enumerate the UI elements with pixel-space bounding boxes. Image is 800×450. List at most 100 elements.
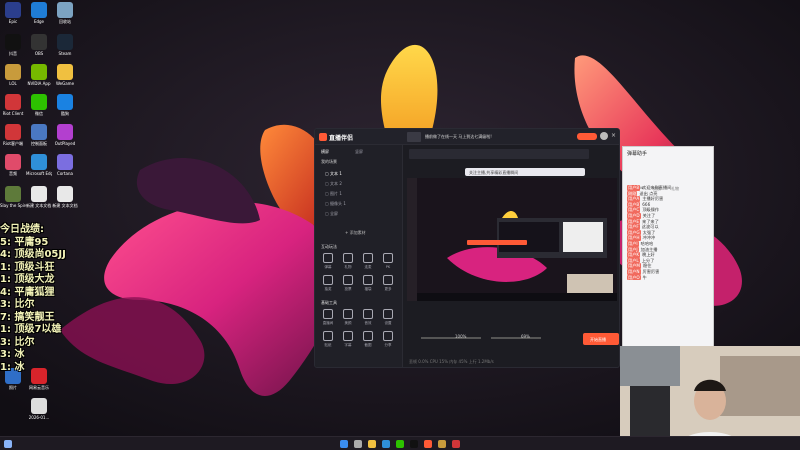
interact-label: 更多	[384, 287, 392, 291]
chat-message-list: 用户8 欢迎来到直播间 刚刚 送出 点亮 用户A 主播好厉害 用户B 666 用户C 顶级操作 用户…	[623, 185, 715, 353]
scene-item[interactable]: ▢ 文本 2	[325, 179, 397, 189]
chat-username[interactable]: 用户F	[627, 224, 640, 230]
app-icon	[31, 94, 47, 110]
stream-score-overlay: 今日战绩: 5: 平庸95 4: 顶级尚05JJ 1: 顶级斗狂 1: 顶级大龙 4: …	[0, 224, 80, 374]
desktop-icon[interactable]: 微信	[26, 94, 52, 116]
interact-button[interactable]: 礼物	[339, 253, 357, 270]
interact-button[interactable]: 投票	[339, 275, 357, 292]
start-live-button[interactable]: 开始直播	[583, 333, 619, 345]
scene-item[interactable]: ▢ 摄像头 1	[325, 199, 397, 209]
interact-button[interactable]: 抽奖	[319, 275, 337, 292]
webcam-scene	[620, 346, 800, 450]
tool-label: 贴纸	[324, 343, 332, 347]
scene-item[interactable]: ▢ 文本 1	[325, 169, 397, 179]
mic-volume-slider[interactable]	[421, 337, 481, 339]
chat-username[interactable]: 用户8	[627, 185, 641, 191]
speaker-volume-slider[interactable]	[491, 337, 541, 339]
desktop-icon-label: 网易云音乐	[29, 385, 49, 390]
interact-button[interactable]: 弹幕	[319, 253, 337, 270]
start-menu-icon[interactable]	[340, 440, 348, 448]
lol-icon[interactable]	[438, 440, 446, 448]
notice-thumbnail	[407, 132, 421, 142]
desktop-icon[interactable]: Slay the Spire 2	[0, 186, 26, 208]
overlay-score-line: 4: 平庸狐狸	[0, 286, 55, 298]
chat-text: 关注了	[642, 212, 656, 218]
tab-landscape[interactable]: 横屏	[321, 149, 329, 155]
live-companion-window[interactable]: 直播伴侣 播前做了在线一天 马上到达七满级啦! × 横屏 竖屏 我的场景 ▢ 文…	[314, 128, 620, 368]
desktop-icon[interactable]: 酷狗	[52, 94, 78, 116]
interact-icon	[363, 253, 373, 263]
tool-button[interactable]: 音效	[359, 309, 377, 326]
tool-button[interactable]: 分享	[379, 331, 397, 348]
desktop-icon[interactable]: 抖音	[0, 34, 26, 56]
interact-button[interactable]: 福袋	[359, 275, 377, 292]
desktop-icon-label: 控制面板	[31, 141, 47, 146]
desktop-icon[interactable]: 2026-01...	[26, 398, 52, 420]
app-icon	[57, 154, 73, 170]
chat-username[interactable]: 用户N	[627, 268, 641, 275]
app-logo-text: 直播伴侣	[329, 135, 354, 142]
interact-label: 礼物	[344, 265, 352, 269]
riot-icon[interactable]	[452, 440, 460, 448]
stream-preview[interactable]	[407, 178, 617, 301]
tool-button[interactable]: 美颜	[339, 309, 357, 326]
start-live-label: 开始直播	[590, 337, 606, 342]
close-icon[interactable]: ×	[611, 132, 616, 139]
chat-username[interactable]: 用户D	[627, 212, 641, 219]
live-companion-taskbar-icon[interactable]	[424, 440, 432, 448]
add-source-button[interactable]: + 添加素材	[345, 230, 366, 236]
desktop-icon[interactable]: Riot Client	[0, 94, 26, 116]
interact-icon	[383, 275, 393, 285]
edge-icon[interactable]	[382, 440, 390, 448]
chat-text: 晚上好	[642, 252, 655, 258]
desktop-icon[interactable]: 回收站	[52, 2, 78, 24]
app-icon	[57, 124, 73, 140]
overlay-title: 今日战绩:	[0, 224, 44, 235]
chat-username[interactable]: 用户I	[627, 240, 639, 247]
chat-text: 欢迎来到直播间	[642, 185, 672, 190]
desktop-icon[interactable]: NVIDIA App	[26, 64, 52, 86]
tool-button[interactable]: 字幕	[339, 331, 357, 348]
chat-username[interactable]: 用户A	[627, 196, 641, 202]
desktop-icon[interactable]: LOL	[0, 64, 26, 86]
widgets-icon[interactable]	[4, 440, 12, 448]
desktop-icon-label: OutPlayed	[54, 141, 76, 146]
interact-button[interactable]: 更多	[379, 275, 397, 292]
desktop-icon[interactable]: Cortana	[52, 154, 78, 176]
desktop-icon[interactable]: Epic	[0, 2, 26, 24]
interact-button[interactable]: PK	[379, 253, 397, 269]
desktop-icon[interactable]: Riot客户端	[0, 124, 26, 146]
desktop-icon[interactable]: 音频	[0, 154, 26, 176]
scene-item[interactable]: ▢ 图片 1	[325, 189, 397, 199]
tool-button[interactable]: 直播间	[319, 309, 337, 326]
overlay-score-line: 3: 比尔	[0, 336, 35, 348]
douyin-icon[interactable]	[410, 440, 418, 448]
file-explorer-icon[interactable]	[368, 440, 376, 448]
search-icon[interactable]	[354, 440, 362, 448]
desktop-icon[interactable]: Microsoft Edge	[26, 154, 52, 176]
tool-button[interactable]: 设置	[379, 309, 397, 326]
chat-username[interactable]: 用户K	[627, 252, 641, 258]
close-tip-text: 关注主播,共享精彩直播瞬间	[469, 170, 519, 175]
desktop-icon[interactable]: 新建 文本文档 (2)	[26, 186, 52, 208]
tool-button[interactable]: 贴纸	[319, 331, 337, 348]
tool-button[interactable]: 截图	[359, 331, 377, 348]
app-titlebar[interactable]: 直播伴侣 播前做了在线一天 马上到达七满级啦! ×	[315, 129, 619, 145]
recharge-button[interactable]	[577, 133, 597, 140]
desktop-icon-label: NVIDIA App	[27, 81, 51, 86]
chat-username[interactable]: 用户O	[627, 274, 641, 281]
desktop-icon[interactable]: 新建 文本文档	[52, 186, 78, 208]
desktop-icon[interactable]: 控制面板	[26, 124, 52, 146]
interact-button[interactable]: 连麦	[359, 253, 377, 270]
danmaku-assistant-window[interactable]: 弹幕助手 在线用户热榜礼物 用户8欢迎来到直播间刚刚送出 点亮用户A主播好厉害用…	[622, 146, 714, 368]
app-icon	[5, 94, 21, 110]
desktop-icon[interactable]: WeGame	[52, 64, 78, 86]
desktop-icon[interactable]: Edge	[26, 2, 52, 24]
wechat-icon[interactable]	[396, 440, 404, 448]
tab-portrait[interactable]: 竖屏	[355, 149, 363, 155]
scene-item[interactable]: ▢ 全屏	[325, 209, 397, 219]
avatar[interactable]	[600, 132, 608, 140]
desktop-icon[interactable]: OutPlayed	[52, 124, 78, 146]
desktop-icon[interactable]: Steam	[52, 34, 78, 56]
desktop-icon[interactable]: OBS	[26, 34, 52, 56]
